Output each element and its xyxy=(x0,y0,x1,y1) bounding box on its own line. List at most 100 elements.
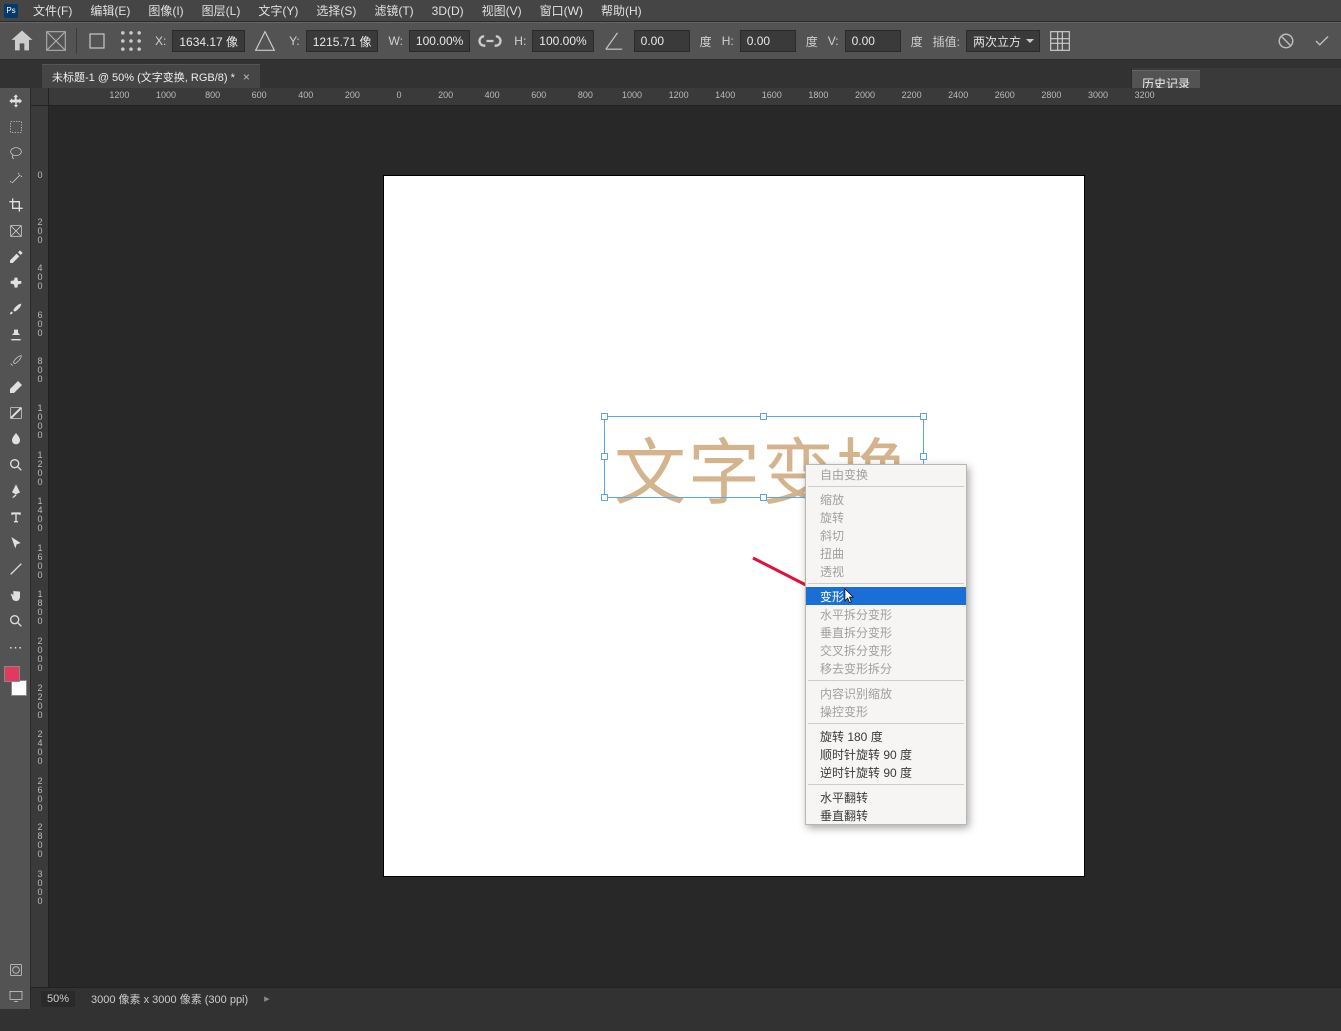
menu-select[interactable]: 选择(S) xyxy=(307,0,365,21)
transform-handle[interactable] xyxy=(601,453,608,460)
menu-edit[interactable]: 编辑(E) xyxy=(81,0,139,21)
history-brush-tool-icon[interactable] xyxy=(0,348,31,374)
y-label: Y: xyxy=(289,34,300,48)
transform-preset-icon[interactable] xyxy=(42,27,70,55)
more-tools-icon[interactable]: ⋯ xyxy=(0,634,31,660)
brush-tool-icon[interactable] xyxy=(0,296,31,322)
hskew-value[interactable]: 0.00 xyxy=(740,30,796,52)
fg-swatch[interactable] xyxy=(4,666,20,682)
pen-tool-icon[interactable] xyxy=(0,478,31,504)
frame-tool-icon[interactable] xyxy=(0,218,31,244)
color-swatches[interactable] xyxy=(0,666,31,698)
vskew-unit: 度 xyxy=(911,33,923,50)
menu-image[interactable]: 图像(I) xyxy=(139,0,192,21)
menu-filter[interactable]: 滤镜(T) xyxy=(365,0,422,21)
ruler-corner[interactable] xyxy=(31,88,49,106)
vskew-label: V: xyxy=(828,34,839,48)
transform-handle[interactable] xyxy=(760,494,767,501)
path-select-tool-icon[interactable] xyxy=(0,530,31,556)
x-value[interactable]: 1634.17 像 xyxy=(172,30,245,52)
cancel-transform-icon[interactable] xyxy=(1275,30,1297,52)
h-value[interactable]: 100.00% xyxy=(532,30,593,52)
h-label: H: xyxy=(514,34,526,48)
menu-type[interactable]: 文字(Y) xyxy=(249,0,307,21)
menu-3d[interactable]: 3D(D) xyxy=(423,0,473,21)
type-tool-icon[interactable] xyxy=(0,504,31,530)
ctx-item: 内容识别缩放 xyxy=(806,684,966,702)
dodge-tool-icon[interactable] xyxy=(0,452,31,478)
w-value[interactable]: 100.00% xyxy=(409,30,470,52)
y-value[interactable]: 1215.71 像 xyxy=(306,30,379,52)
ctx-item[interactable]: 逆时针旋转 90 度 xyxy=(806,763,966,781)
ctx-item: 交叉拆分变形 xyxy=(806,641,966,659)
ctx-item: 自由变换 xyxy=(806,465,966,483)
document-tab[interactable]: 未标题-1 @ 50% (文字变换, RGB/8) * × xyxy=(42,64,260,88)
menu-layer[interactable]: 图层(L) xyxy=(193,0,250,21)
delta-icon[interactable] xyxy=(251,27,279,55)
home-icon[interactable] xyxy=(8,27,36,55)
link-icon[interactable] xyxy=(476,27,504,55)
gradient-tool-icon[interactable] xyxy=(0,400,31,426)
angle-value[interactable]: 0.00 xyxy=(634,30,690,52)
menu-divider xyxy=(808,583,964,584)
canvas[interactable] xyxy=(384,176,1084,876)
ctx-item: 斜切 xyxy=(806,526,966,544)
commit-transform-icon[interactable] xyxy=(1311,30,1333,52)
ctx-item: 透视 xyxy=(806,562,966,580)
menu-divider xyxy=(808,680,964,681)
ctx-item[interactable]: 变形 xyxy=(806,587,966,605)
horizontal-ruler[interactable]: 1600120010008006004002000200400600800100… xyxy=(49,88,1341,106)
menu-file[interactable]: 文件(F) xyxy=(24,0,81,21)
close-icon[interactable]: × xyxy=(243,70,250,84)
ctx-item[interactable]: 水平翻转 xyxy=(806,788,966,806)
transform-handle[interactable] xyxy=(760,413,767,420)
workspace: 1600120010008006004002000200400600800100… xyxy=(31,88,1341,1009)
blur-tool-icon[interactable] xyxy=(0,426,31,452)
wand-tool-icon[interactable] xyxy=(0,166,31,192)
menu-divider xyxy=(808,486,964,487)
crop-tool-icon[interactable] xyxy=(0,192,31,218)
transform-handle[interactable] xyxy=(920,413,927,420)
transform-handle[interactable] xyxy=(920,453,927,460)
ctx-item[interactable]: 顺时针旋转 90 度 xyxy=(806,745,966,763)
zoom-tool-icon[interactable] xyxy=(0,608,31,634)
menu-bar: Ps 文件(F) 编辑(E) 图像(I) 图层(L) 文字(Y) 选择(S) 滤… xyxy=(0,0,1341,22)
lasso-tool-icon[interactable] xyxy=(0,140,31,166)
menu-window[interactable]: 窗口(W) xyxy=(531,0,592,21)
menu-view[interactable]: 视图(V) xyxy=(473,0,531,21)
separator xyxy=(76,28,77,54)
menu-help[interactable]: 帮助(H) xyxy=(592,0,651,21)
vertical-ruler[interactable]: 02 0 04 0 06 0 08 0 01 0 0 01 2 0 01 4 0… xyxy=(31,106,49,1009)
move-tool-icon[interactable] xyxy=(0,88,31,114)
quickmask-icon[interactable] xyxy=(0,957,31,983)
main-area: ⋯ 16001200100080060040020002004006008001… xyxy=(0,88,1341,1009)
chevron-right-icon[interactable]: ▸ xyxy=(264,992,270,1005)
eraser-tool-icon[interactable] xyxy=(0,374,31,400)
stamp-tool-icon[interactable] xyxy=(0,322,31,348)
document-tab-label: 未标题-1 @ 50% (文字变换, RGB/8) * xyxy=(52,69,235,85)
reference-point-icon[interactable] xyxy=(83,27,111,55)
menu-divider xyxy=(808,723,964,724)
hand-tool-icon[interactable] xyxy=(0,582,31,608)
ctx-item[interactable]: 旋转 180 度 xyxy=(806,727,966,745)
ctx-item[interactable]: 垂直翻转 xyxy=(806,806,966,824)
zoom-readout[interactable]: 50% xyxy=(41,991,75,1007)
marquee-tool-icon[interactable] xyxy=(0,114,31,140)
anchor-grid-icon[interactable] xyxy=(117,27,145,55)
warp-mode-icon[interactable] xyxy=(1046,27,1074,55)
interp-select[interactable]: 两次立方 xyxy=(966,30,1040,52)
heal-tool-icon[interactable] xyxy=(0,270,31,296)
screenmode-icon[interactable] xyxy=(0,983,31,1009)
eyedropper-tool-icon[interactable] xyxy=(0,244,31,270)
cursor-icon xyxy=(844,588,855,604)
status-bar: 50% 3000 像素 x 3000 像素 (300 ppi) ▸ xyxy=(31,987,1341,1009)
ctx-item: 旋转 xyxy=(806,508,966,526)
transform-handle[interactable] xyxy=(601,494,608,501)
vskew-value[interactable]: 0.00 xyxy=(845,30,901,52)
angle-unit: 度 xyxy=(700,33,712,50)
w-label: W: xyxy=(388,34,402,48)
shape-tool-icon[interactable] xyxy=(0,556,31,582)
transform-handle[interactable] xyxy=(601,413,608,420)
canvas-viewport[interactable]: 文字变换 自由变换缩放旋转斜切扭曲透视变形水平拆分变形垂直拆分变形交叉拆分变形移… xyxy=(49,106,1341,1009)
bg-swatch[interactable] xyxy=(11,680,27,696)
